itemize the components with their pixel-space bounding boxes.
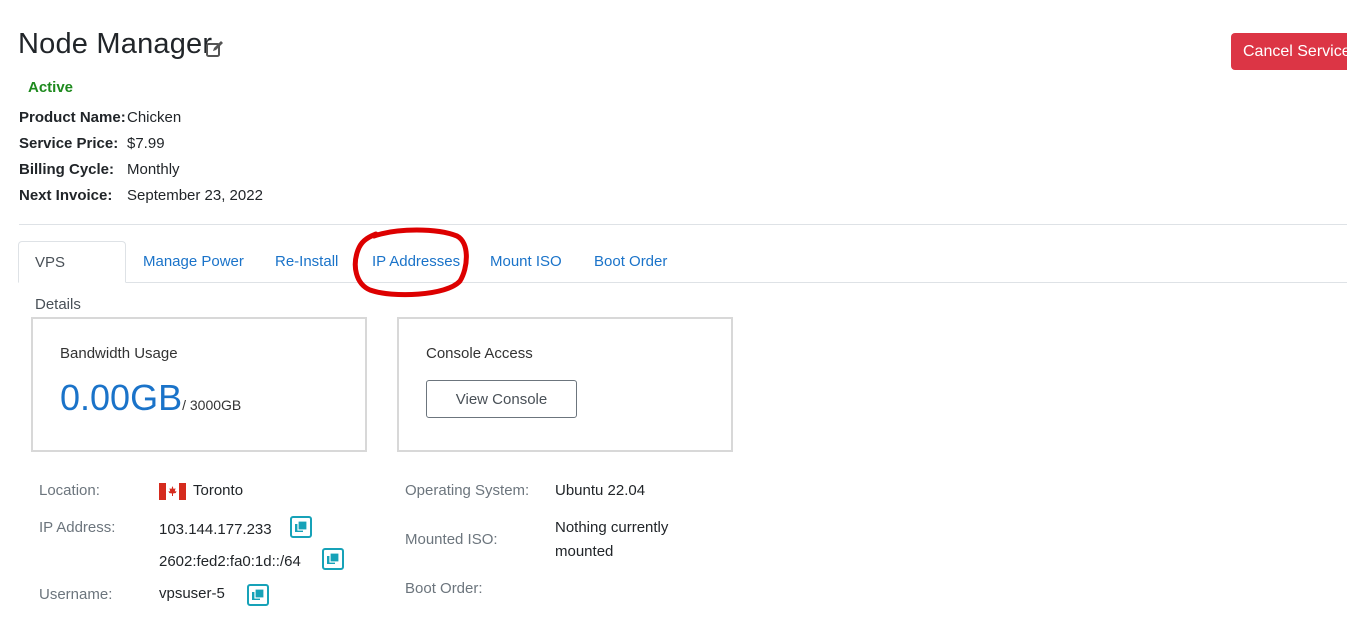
copy-icon xyxy=(327,552,340,564)
console-card: Console Access View Console xyxy=(397,317,733,452)
next-invoice-label: Next Invoice: xyxy=(19,187,113,204)
divider xyxy=(19,224,1347,225)
copy-icon xyxy=(252,588,265,600)
edit-icon[interactable] xyxy=(205,39,225,59)
tab-re-install[interactable]: Re-Install xyxy=(259,241,354,283)
username-label: Username: xyxy=(39,586,113,603)
location-label: Location: xyxy=(39,482,100,499)
mounted-iso-value-line1: Nothing currently xyxy=(555,519,669,536)
tab-vps-details[interactable]: VPS Details xyxy=(18,241,126,313)
view-console-button[interactable]: View Console xyxy=(426,380,577,418)
product-name-label: Product Name: xyxy=(19,109,126,126)
tab-ip-addresses[interactable]: IP Addresses xyxy=(356,241,476,283)
tab-boot-order[interactable]: Boot Order xyxy=(578,241,683,283)
copy-ipv6-button[interactable] xyxy=(322,548,344,570)
status-badge: Active xyxy=(28,79,74,96)
cancel-service-button[interactable]: Cancel Service xyxy=(1231,33,1347,70)
console-title: Console Access xyxy=(426,345,533,362)
mounted-iso-label: Mounted ISO: xyxy=(405,531,498,548)
location-value: Toronto xyxy=(193,482,244,499)
username-value: vpsuser-5 xyxy=(159,585,225,602)
bandwidth-title: Bandwidth Usage xyxy=(60,345,178,362)
billing-cycle-label: Billing Cycle: xyxy=(19,161,115,178)
ip-address-label: IP Address: xyxy=(39,519,116,536)
bandwidth-usage-value: 0.00GB/ 3000GB xyxy=(60,377,241,419)
tab-manage-power[interactable]: Manage Power xyxy=(127,241,260,283)
ipv6-address: 2602:fed2:fa0:1d::/64 xyxy=(159,553,301,570)
bandwidth-used: 0.00GB xyxy=(60,377,183,418)
bandwidth-card: Bandwidth Usage 0.00GB/ 3000GB xyxy=(31,317,367,452)
page-title: Node Manager xyxy=(18,28,213,60)
tab-mount-iso[interactable]: Mount ISO xyxy=(474,241,578,283)
mounted-iso-value-line2: mounted xyxy=(555,543,614,560)
boot-order-label: Boot Order: xyxy=(405,580,483,597)
canada-flag-icon xyxy=(159,483,186,500)
service-price-label: Service Price: xyxy=(19,135,119,152)
copy-username-button[interactable] xyxy=(247,584,269,606)
billing-cycle-value: Monthly xyxy=(127,161,180,178)
tab-bar: VPS Details Manage Power Re-Install IP A… xyxy=(18,241,1347,313)
service-price-value: $7.99 xyxy=(127,135,165,152)
operating-system-label: Operating System: xyxy=(405,482,530,499)
ipv4-address: 103.144.177.233 xyxy=(159,521,272,538)
bandwidth-total: / 3000GB xyxy=(182,397,242,413)
next-invoice-value: September 23, 2022 xyxy=(127,187,263,204)
copy-icon xyxy=(295,520,308,532)
product-name-value: Chicken xyxy=(127,109,182,126)
copy-ipv4-button[interactable] xyxy=(290,516,312,538)
operating-system-value: Ubuntu 22.04 xyxy=(555,482,646,499)
